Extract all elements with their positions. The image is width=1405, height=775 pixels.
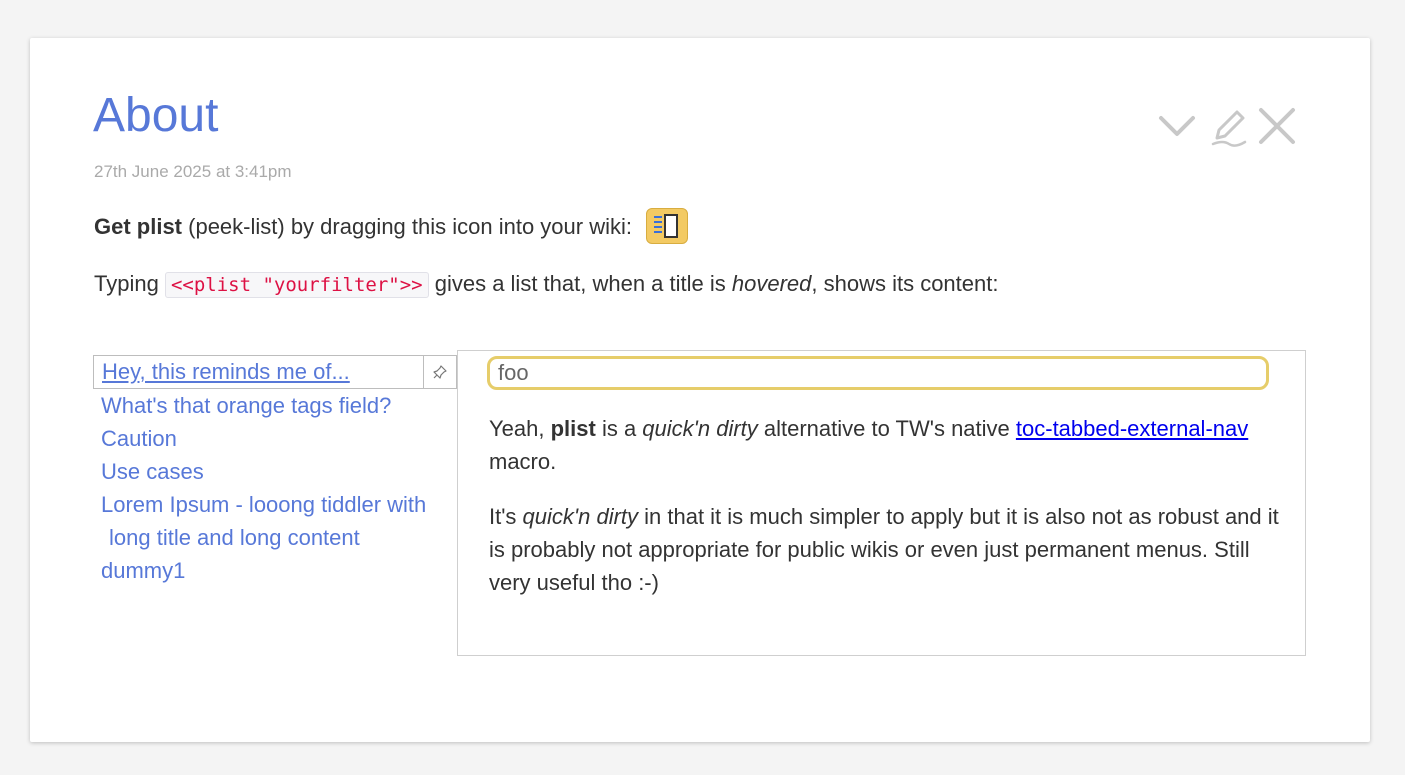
typing-paragraph: Typing <<plist "yourfilter">> gives a li… xyxy=(94,266,998,302)
get-plist-paragraph: Get plist (peek-list) by dragging this i… xyxy=(94,208,688,246)
typing-suffix: , shows its content: xyxy=(811,271,999,296)
tiddler-title: About xyxy=(93,89,219,142)
list-item[interactable]: Hey, this reminds me of... xyxy=(93,355,457,389)
preview-search-input[interactable]: foo xyxy=(487,356,1269,390)
edit-button[interactable] xyxy=(1207,104,1251,148)
pencil-icon xyxy=(1211,110,1247,147)
list-item-label-continued: long title and long content xyxy=(109,525,360,550)
tiddler-modified-date: 27th June 2025 at 3:41pm xyxy=(94,162,292,181)
bold-text: plist xyxy=(550,416,596,441)
plist-list: Hey, this reminds me of... What's that o… xyxy=(93,355,457,587)
get-plist-text: (peek-list) by dragging this icon into y… xyxy=(182,214,632,239)
text-span: is a xyxy=(595,416,643,441)
pin-button[interactable] xyxy=(423,356,456,388)
text-span: Yeah, xyxy=(489,416,551,441)
tiddler-frame: About 27th June 2025 at 3:41pm Get plist… xyxy=(30,38,1370,742)
italic-text: quick'n dirty xyxy=(522,504,639,529)
typing-prefix: Typing xyxy=(94,271,165,296)
typing-emphasis: hovered xyxy=(731,271,812,296)
preview-panel: foo Yeah, plist is a quick'n dirty alter… xyxy=(457,350,1306,656)
text-span: alternative to TW's native xyxy=(757,416,1016,441)
close-button[interactable] xyxy=(1255,104,1299,148)
preview-paragraph-1: Yeah, plist is a quick'n dirty alternati… xyxy=(489,412,1279,478)
pin-icon xyxy=(433,365,447,379)
plist-bookmarklet-button[interactable] xyxy=(645,208,688,245)
list-item[interactable]: What's that orange tags field? xyxy=(93,389,457,422)
preview-paragraph-2: It's quick'n dirty in that it is much si… xyxy=(489,500,1279,599)
list-item[interactable]: Use cases xyxy=(93,455,457,488)
close-icon xyxy=(1259,108,1295,144)
toc-tabbed-external-nav-link[interactable]: toc-tabbed-external-nav xyxy=(1016,416,1248,441)
chevron-down-icon xyxy=(1159,116,1195,136)
tiddler-controls xyxy=(1155,104,1300,148)
plist-macro-code: <<plist "yourfilter">> xyxy=(164,272,429,298)
fold-button[interactable] xyxy=(1155,104,1199,148)
text-span: It's xyxy=(489,504,523,529)
plist-sidebar-icon xyxy=(653,214,678,239)
list-item[interactable]: dummy1 xyxy=(93,554,457,587)
list-item-label: Hey, this reminds me of... xyxy=(102,359,350,384)
list-item[interactable]: Lorem Ipsum - looong tiddler with long t… xyxy=(93,488,457,554)
get-plist-bold: Get plist xyxy=(94,214,183,239)
list-item-label: Lorem Ipsum - looong tiddler with xyxy=(101,492,427,517)
italic-text: quick'n dirty xyxy=(642,416,758,441)
text-span: macro. xyxy=(489,449,557,474)
list-item[interactable]: Caution xyxy=(93,422,457,455)
typing-middle: gives a list that, when a title is xyxy=(428,271,732,296)
